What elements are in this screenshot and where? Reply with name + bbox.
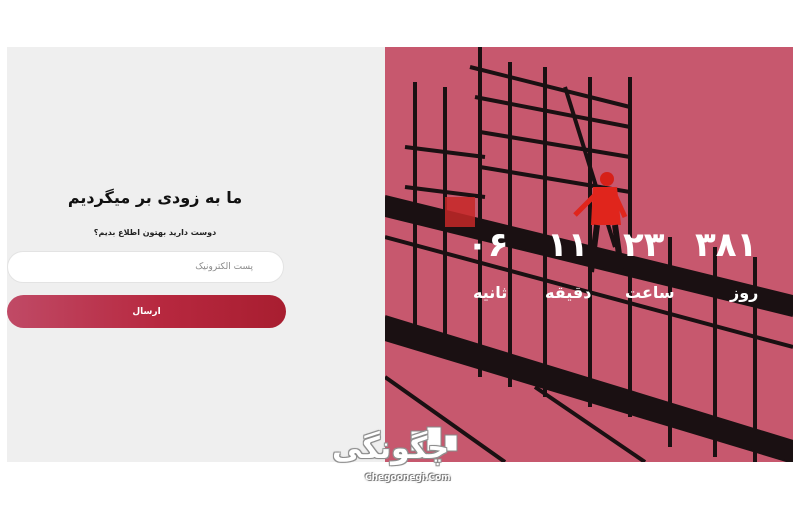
countdown-seconds-label: ثانیه	[473, 283, 508, 302]
page-title: ما به زودی بر میگردیم	[67, 188, 243, 207]
countdown-minutes-value: ۱۱	[547, 225, 589, 265]
countdown-seconds-value: ۰۶	[467, 225, 509, 265]
hero-image-panel: ۳۸۱ ۲۳ ۱۱ ۰۶ روز ساعت دقیقه ثانیه	[385, 47, 793, 462]
submit-button[interactable]: ارسال	[7, 295, 286, 328]
countdown-hours-label: ساعت	[625, 283, 675, 302]
countdown-days-value: ۳۸۱	[695, 225, 758, 265]
countdown-timer: ۳۸۱ ۲۳ ۱۱ ۰۶ روز ساعت دقیقه ثانیه	[385, 225, 793, 315]
subscribe-subtitle: دوست دارید بهتون اطلاع بدیم؟	[93, 228, 217, 237]
subscribe-panel: ما به زودی بر میگردیم دوست دارید بهتون ا…	[7, 47, 385, 462]
watermark-url: Chegoonegi.Com	[365, 473, 451, 483]
countdown-days-label: روز	[730, 283, 759, 302]
email-field[interactable]	[7, 251, 284, 283]
coming-soon-page: ما به زودی بر میگردیم دوست دارید بهتون ا…	[7, 47, 793, 462]
countdown-hours-value: ۲۳	[623, 225, 665, 265]
countdown-minutes-label: دقیقه	[545, 283, 592, 302]
